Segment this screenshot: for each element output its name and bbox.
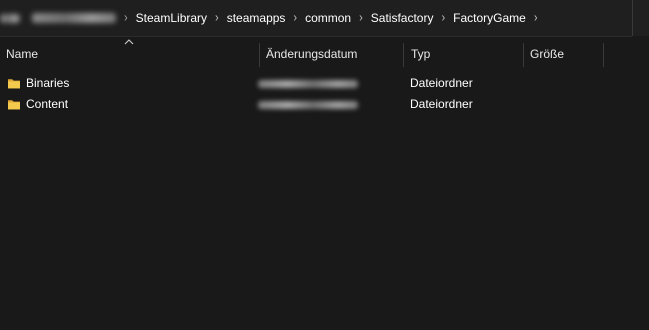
breadcrumb-item-steamapps[interactable]: steamapps [225,11,288,25]
folder-icon [8,100,20,110]
file-name: Content [26,97,69,111]
column-header: Name Änderungsdatum Typ Größe [0,37,649,69]
redacted-date [258,80,358,88]
list-item[interactable]: Content Dateiordner [0,94,649,115]
chevron-right-icon[interactable]: › [209,11,225,25]
column-divider[interactable] [523,43,524,67]
breadcrumb-item-common[interactable]: common [303,11,353,25]
redacted-path-segment [0,13,20,23]
column-divider[interactable] [259,43,260,67]
file-explorer-window: › SteamLibrary › steamapps › common › Sa… [0,0,649,330]
redacted-date [258,101,358,109]
breadcrumb[interactable]: › SteamLibrary › steamapps › common › Sa… [0,0,632,37]
chevron-right-icon[interactable]: › [116,11,134,25]
chevron-right-icon[interactable]: › [528,11,544,25]
column-header-name[interactable]: Name [6,37,256,69]
list-item[interactable]: Binaries Dateiordner [0,73,649,94]
breadcrumb-item-steamlibrary[interactable]: SteamLibrary [134,11,209,25]
breadcrumb-item-satisfactory[interactable]: Satisfactory [369,11,436,25]
file-list: Binaries Dateiordner Content Dateiordner [0,73,649,115]
address-bar-dropdown[interactable] [632,0,649,36]
chevron-right-icon[interactable]: › [435,11,451,25]
folder-icon [8,79,20,89]
column-header-date-modified[interactable]: Änderungsdatum [266,37,396,69]
redacted-path-segment [32,13,116,23]
column-divider[interactable] [403,43,404,67]
column-header-size[interactable]: Größe [530,37,600,69]
file-type: Dateiordner [410,97,473,111]
column-header-type[interactable]: Typ [411,37,519,69]
column-divider[interactable] [603,43,604,67]
breadcrumb-item-factorygame[interactable]: FactoryGame [451,11,528,25]
chevron-right-icon[interactable]: › [353,11,369,25]
file-name: Binaries [26,76,70,90]
chevron-right-icon[interactable]: › [287,11,303,25]
file-type: Dateiordner [410,76,473,90]
